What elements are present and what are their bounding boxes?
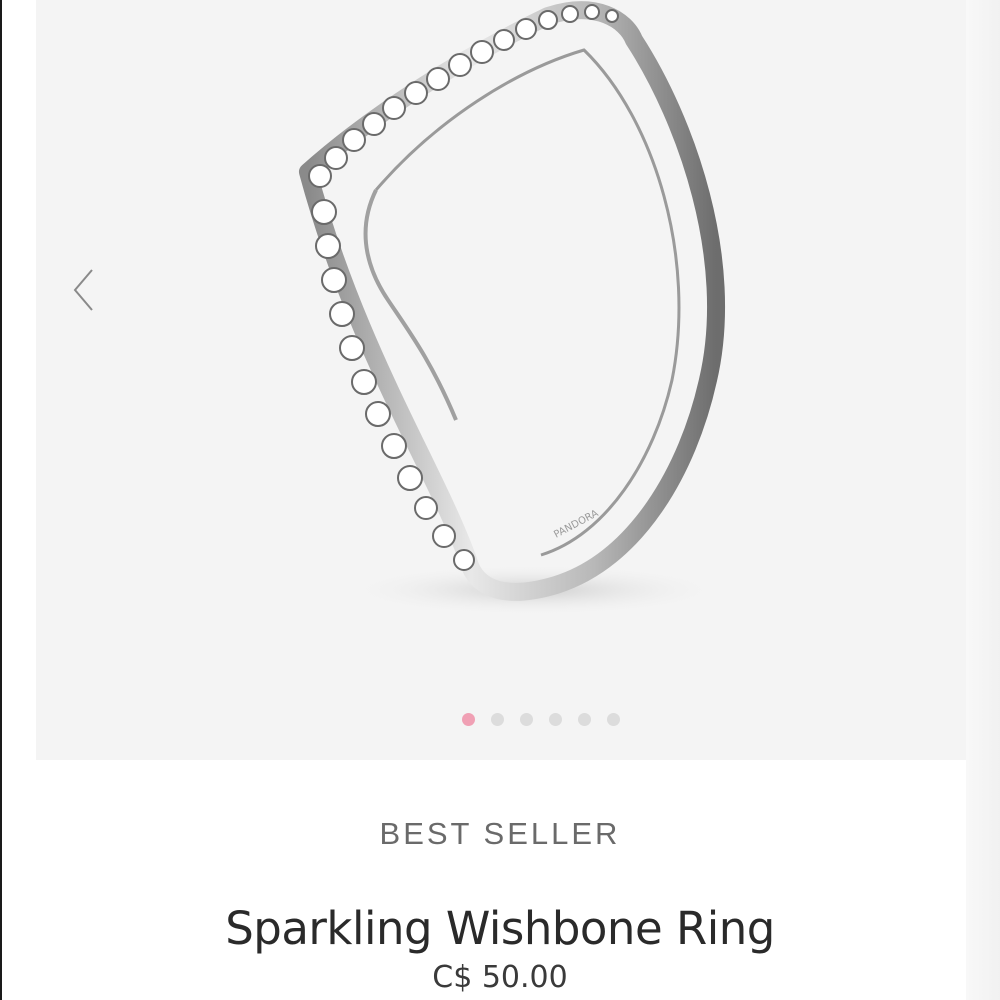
carousel-pagination	[462, 711, 636, 727]
best-seller-badge: BEST SELLER	[379, 816, 621, 851]
carousel-dot[interactable]	[607, 712, 620, 726]
previous-image-button[interactable]	[64, 262, 104, 318]
product-image: PANDORA	[299, 1, 726, 616]
chevron-left-icon	[73, 269, 93, 311]
carousel-dot[interactable]	[520, 712, 533, 726]
product-title: Sparkling Wishbone Ring	[225, 902, 775, 955]
product-image-carousel[interactable]: PANDORA	[36, 0, 966, 760]
product-price: C$ 50.00	[432, 960, 568, 995]
carousel-dot[interactable]	[462, 712, 475, 726]
carousel-dot[interactable]	[578, 712, 591, 726]
carousel-dot[interactable]	[491, 712, 504, 726]
product-page: PANDORA BEST SELLER Sparkling Wishbone R…	[0, 0, 1000, 1000]
carousel-dot[interactable]	[549, 712, 562, 726]
